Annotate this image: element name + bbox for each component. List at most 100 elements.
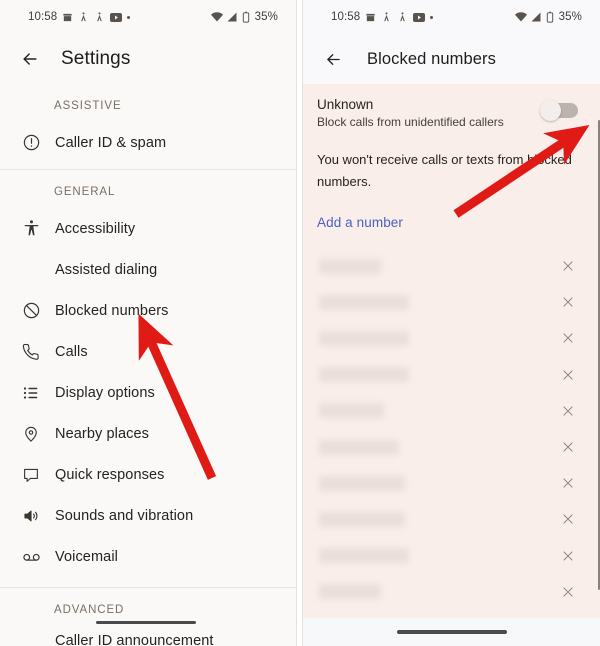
screenshot-root: 10:58 35% Settings ASSISTIVE Caller ID &…: [0, 0, 600, 646]
sidebar-item-display-options[interactable]: Display options: [0, 372, 296, 413]
speaker-icon: [14, 507, 48, 525]
sidebar-item-label: Display options: [55, 384, 155, 401]
page-title: Blocked numbers: [367, 49, 496, 68]
redacted-number: [319, 258, 381, 274]
close-x-icon[interactable]: [558, 546, 578, 566]
signal-icon: [227, 12, 238, 22]
voicemail-icon: [14, 547, 48, 566]
close-x-icon[interactable]: [558, 401, 578, 421]
sidebar-item-label: Quick responses: [55, 466, 165, 483]
sidebar-item-assisted-dialing[interactable]: Assisted dialing: [0, 249, 296, 290]
dot-icon: [430, 15, 434, 19]
close-x-icon[interactable]: [558, 292, 578, 312]
redacted-number: [319, 548, 409, 564]
list-item[interactable]: [303, 429, 600, 465]
unknown-callers-texts: Unknown Block calls from unidentified ca…: [317, 96, 542, 131]
redacted-number: [319, 403, 384, 419]
sidebar-item-label: Voicemail: [55, 548, 118, 565]
person-walk-icon: [94, 11, 105, 23]
person-walk-icon: [397, 11, 408, 23]
gesture-bar: [96, 621, 196, 624]
redacted-number: [319, 475, 405, 491]
left-phone-panel: 10:58 35% Settings ASSISTIVE Caller ID &…: [0, 0, 297, 646]
right-status-bar: 10:58 35%: [303, 0, 600, 34]
list-item[interactable]: [303, 501, 600, 537]
sidebar-item-nearby-places[interactable]: Nearby places: [0, 413, 296, 454]
left-status-bar: 10:58 35%: [0, 0, 296, 34]
back-arrow-icon[interactable]: [12, 41, 48, 77]
section-header-assistive: ASSISTIVE: [54, 100, 122, 112]
close-x-icon[interactable]: [558, 437, 578, 457]
redacted-number: [319, 439, 399, 455]
battery-icon: [546, 11, 554, 23]
back-arrow-icon[interactable]: [315, 41, 351, 77]
close-x-icon[interactable]: [558, 509, 578, 529]
alert-circle-icon: [14, 133, 48, 152]
redacted-number: [319, 584, 381, 600]
right-app-bar: Blocked numbers: [303, 34, 600, 84]
sidebar-item-caller-id-announcement[interactable]: Caller ID announcement: [0, 626, 296, 646]
unknown-callers-toggle[interactable]: [540, 100, 578, 121]
sidebar-item-blocked-numbers[interactable]: Blocked numbers: [0, 290, 296, 331]
battery-icon: [242, 11, 250, 23]
block-icon: [14, 301, 48, 320]
person-walk-icon: [381, 11, 392, 23]
navigation-bar: [303, 618, 600, 646]
page-title: Settings: [61, 48, 131, 69]
sidebar-item-voicemail[interactable]: Voicemail: [0, 536, 296, 577]
sidebar-item-calls[interactable]: Calls: [0, 331, 296, 372]
unknown-callers-row[interactable]: Unknown Block calls from unidentified ca…: [303, 84, 600, 143]
sidebar-item-label: Caller ID & spam: [55, 134, 167, 151]
close-x-icon[interactable]: [558, 365, 578, 385]
redacted-number: [319, 367, 409, 383]
sidebar-item-label: Caller ID announcement: [55, 633, 214, 646]
sidebar-item-quick-responses[interactable]: Quick responses: [0, 454, 296, 495]
person-walk-icon: [78, 11, 89, 23]
battery-percent-label: 35%: [254, 11, 278, 23]
redacted-number: [319, 330, 409, 346]
close-x-icon[interactable]: [558, 473, 578, 493]
location-pin-icon: [14, 425, 48, 443]
gesture-bar[interactable]: [396, 630, 507, 634]
list-item[interactable]: [303, 574, 600, 610]
blocked-numbers-list: [303, 248, 600, 610]
left-app-bar: Settings: [0, 34, 296, 84]
list-item[interactable]: [303, 393, 600, 429]
blocked-numbers-note: You won't receive calls or texts from bl…: [317, 152, 572, 189]
accessibility-icon: [14, 219, 48, 238]
add-a-number-link[interactable]: Add a number: [303, 193, 403, 230]
close-x-icon[interactable]: [558, 328, 578, 348]
list-item[interactable]: [303, 357, 600, 393]
list-icon: [14, 384, 48, 402]
status-bar-right-group: 35%: [514, 0, 582, 34]
list-item[interactable]: [303, 320, 600, 356]
inbox-icon: [365, 12, 376, 23]
section-header-general: GENERAL: [54, 186, 116, 198]
sidebar-item-sounds-and-vibration[interactable]: Sounds and vibration: [0, 495, 296, 536]
status-bar-left-group: 10:58: [28, 0, 131, 34]
inbox-icon: [62, 12, 73, 23]
wifi-icon: [210, 12, 223, 22]
sidebar-item-label: Assisted dialing: [55, 261, 158, 278]
youtube-icon: [413, 12, 426, 22]
sidebar-item-label: Sounds and vibration: [55, 507, 194, 524]
close-x-icon[interactable]: [558, 256, 578, 276]
unknown-title: Unknown: [317, 97, 374, 112]
battery-percent-label: 35%: [558, 11, 582, 23]
list-item[interactable]: [303, 248, 600, 284]
list-item[interactable]: [303, 284, 600, 320]
status-bar-clock: 10:58: [331, 11, 361, 23]
wifi-icon: [514, 12, 527, 22]
redacted-number: [319, 511, 405, 527]
sidebar-item-caller-id-and-spam[interactable]: Caller ID & spam: [0, 122, 296, 163]
status-bar-left-group: 10:58: [331, 0, 434, 34]
sidebar-item-label: Nearby places: [55, 425, 149, 442]
unknown-subtitle: Block calls from unidentified callers: [317, 115, 504, 129]
status-bar-right-group: 35%: [210, 0, 278, 34]
redacted-number: [319, 294, 409, 310]
close-x-icon[interactable]: [558, 582, 578, 602]
sidebar-item-label: Calls: [55, 343, 88, 360]
sidebar-item-accessibility[interactable]: Accessibility: [0, 208, 296, 249]
list-item[interactable]: [303, 538, 600, 574]
list-item[interactable]: [303, 465, 600, 501]
